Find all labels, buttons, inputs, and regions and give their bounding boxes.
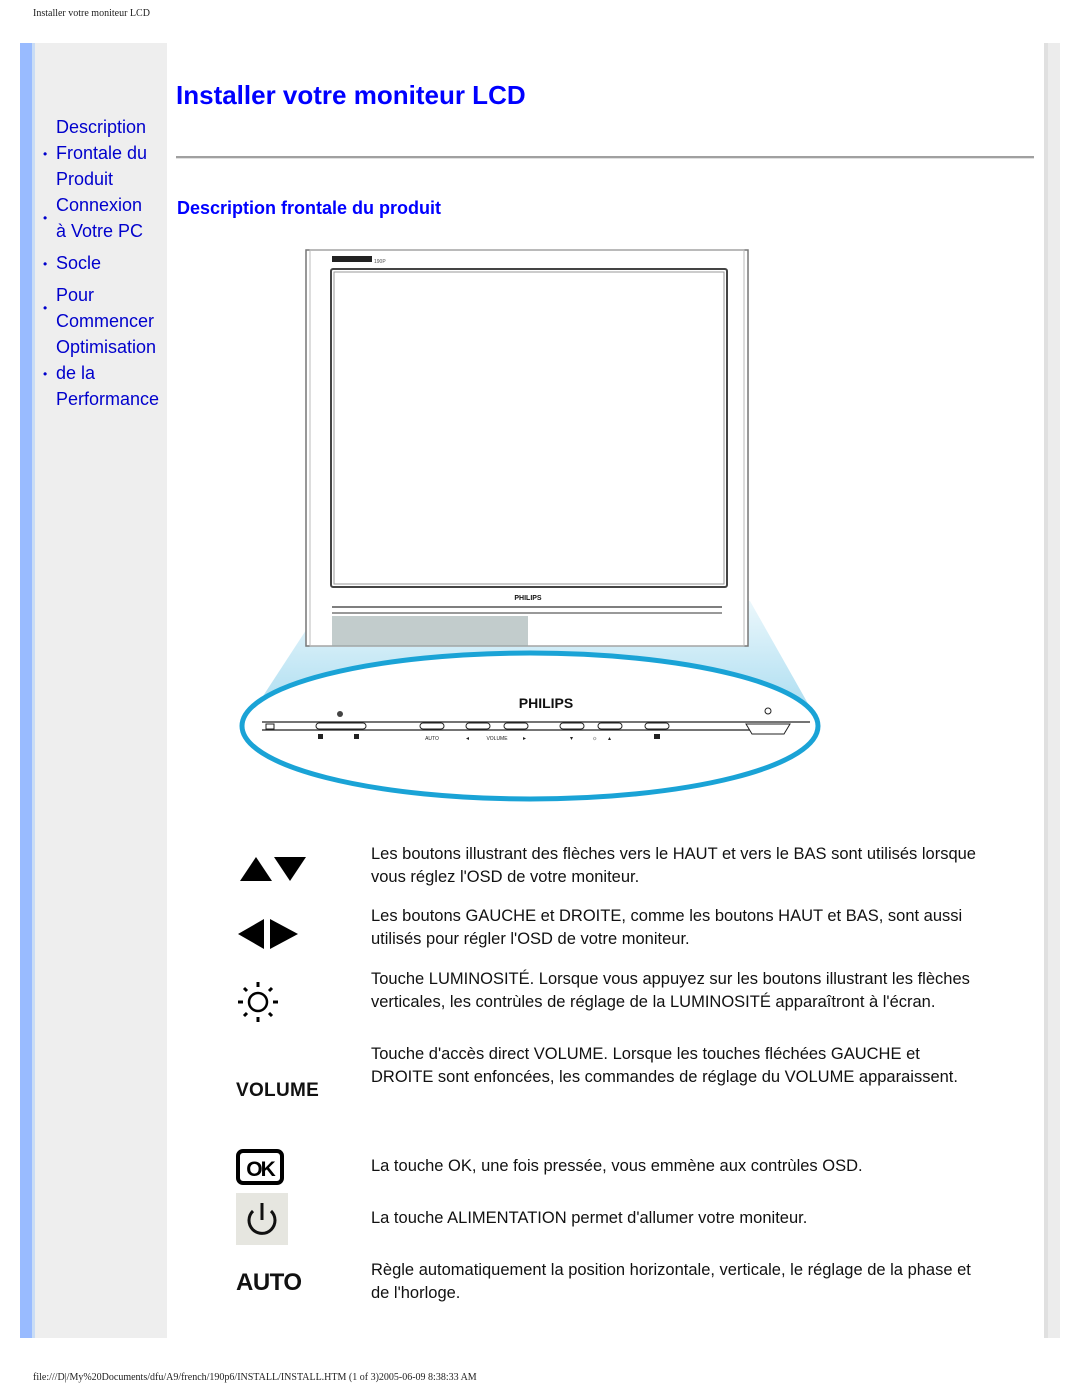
page-title: Installer votre moniteur LCD [176,80,526,110]
bullet-icon: • [43,147,48,161]
svg-text:☼: ☼ [592,736,598,742]
description-text: Les boutons illustrant des flèches vers … [371,845,976,886]
divider [176,156,1034,159]
svg-text:AUTO: AUTO [425,736,439,742]
svg-text:▾: ▾ [570,736,573,742]
left-right-arrows-icon [236,917,356,956]
sidebar-item-label[interactable]: Description [56,114,171,140]
monitor-brand-large: PHILIPS [519,695,573,711]
bullet-icon: • [43,301,48,315]
section-title: Description frontale du produit [177,198,441,218]
volume-label-icon: VOLUME [236,1080,320,1101]
sidebar-item-pour-commencer[interactable]: • Pour Commencer [41,282,171,334]
monitor-screen [330,268,728,588]
left-accent-bar [20,43,32,1338]
description-text: Touche d'accès direct VOLUME. Lorsque le… [371,1045,958,1086]
sidebar-item-optimisation[interactable]: • Optimisation de la Performance [41,334,171,412]
up-button [597,722,623,730]
print-footer: file:///D|/My%20Documents/dfu/A9/french/… [33,1372,477,1383]
sidebar-item-label[interactable]: Produit [56,166,171,192]
sidebar-item-connexion[interactable]: • Connexion à Votre PC [41,192,171,244]
sidebar-item-label[interactable]: Performance [56,386,171,412]
power-button [745,723,791,735]
print-header: Installer votre moniteur LCD [33,8,150,19]
bullet-icon: • [43,257,48,271]
right-edge-bar [1044,43,1060,1338]
svg-text:190P: 190P [374,259,386,265]
sidebar-item-label[interactable]: Connexion [56,192,171,218]
svg-text:VOLUME: VOLUME [486,736,508,742]
svg-text:▴: ▴ [608,736,611,742]
auto-button [419,722,445,730]
monitor-brand-small: PHILIPS [514,595,542,602]
down-button [559,722,585,730]
sidebar-item-label[interactable]: de la [56,360,171,386]
sidebar-item-socle[interactable]: • Socle [41,250,171,276]
up-down-arrows-icon [236,853,356,888]
sidebar-item-label[interactable]: Socle [56,250,171,276]
sidebar-item-label[interactable]: Optimisation [56,334,171,360]
model-badge [332,256,372,262]
sidebar-item-description-frontale[interactable]: • Description Frontale du Produit [41,114,171,192]
description-text: La touche OK, une fois pressée, vous emm… [371,1157,863,1175]
bullet-icon: • [43,367,48,381]
sidebar-nav: • Description Frontale du Produit • Conn… [41,114,171,418]
sidebar-item-label[interactable]: Frontale du [56,140,171,166]
auto-label-icon: AUTO [236,1269,302,1296]
description-text: Règle automatiquement la position horizo… [371,1261,971,1302]
volume-left-button [465,722,491,730]
sidebar-item-label[interactable]: Pour [56,282,171,308]
description-text: Les boutons GAUCHE et DROITE, comme les … [371,907,963,948]
sidebar-item-label[interactable]: à Votre PC [56,218,171,244]
ok-button [644,722,670,730]
svg-text:OK: OK [246,1158,275,1181]
monitor-front-illustration: 190P PHILIPS PHILIPS AUTO VOLUME ◂ ▸ ▾ ☼… [230,246,830,806]
volume-right-button [503,722,529,730]
svg-text:▸: ▸ [523,736,526,742]
speaker-grille [332,616,528,646]
monitor-diagram: 190P PHILIPS PHILIPS AUTO VOLUME ◂ ▸ ▾ ☼… [239,249,821,802]
ok-icon: OK [236,1149,356,1190]
description-text: La touche ALIMENTATION permet d'allumer … [371,1209,808,1227]
input-button [315,722,367,730]
power-icon [236,1193,356,1250]
description-text: Touche LUMINOSITÉ. Lorsque vous appuyez … [371,970,970,1011]
svg-text:◂: ◂ [466,736,469,742]
brightness-icon [236,980,356,1029]
sidebar-item-label[interactable]: Commencer [56,308,171,334]
bullet-icon: • [43,211,48,225]
